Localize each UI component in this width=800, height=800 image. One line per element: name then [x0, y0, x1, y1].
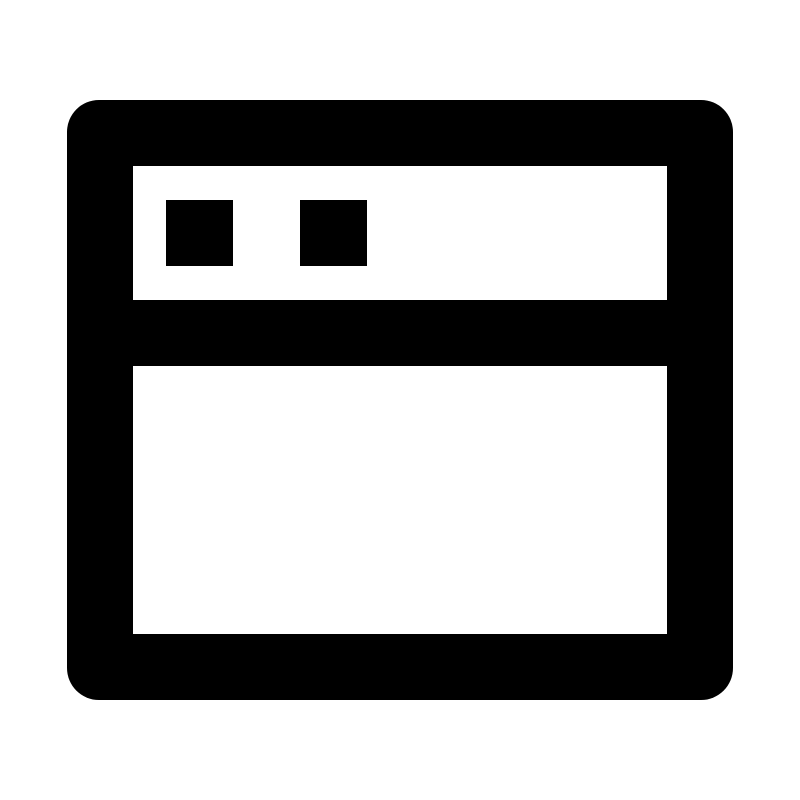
icon-canvas	[0, 0, 800, 800]
window-content-area	[133, 366, 667, 634]
browser-window-icon	[67, 100, 733, 700]
window-control-square-2	[300, 200, 367, 266]
window-control-square-1	[166, 200, 233, 266]
